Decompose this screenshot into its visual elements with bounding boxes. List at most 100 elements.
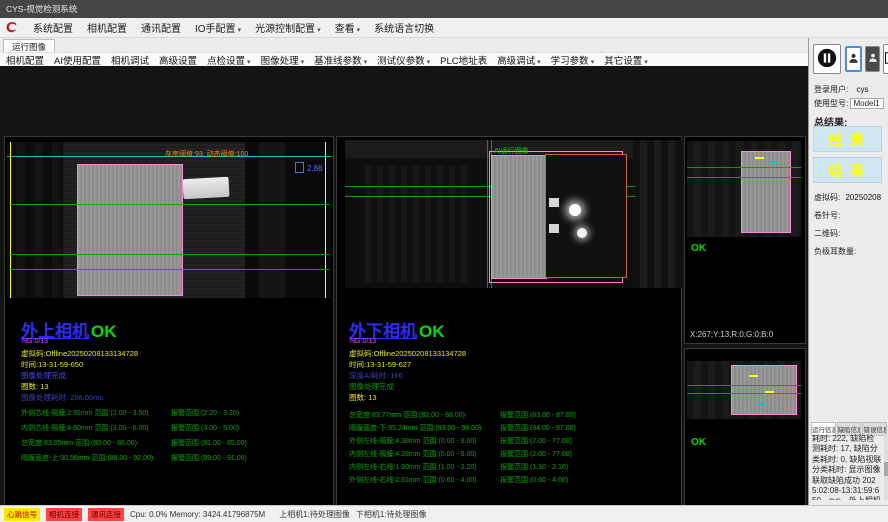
ng-count-label: NG:0/13 — [22, 338, 48, 345]
tab-highlight — [549, 198, 559, 207]
preview-status-label: OK — [691, 437, 706, 448]
virtual-code-label: 虚拟码:Offline20250208133134728 — [21, 348, 138, 359]
tool-spot-check-settings[interactable]: 点检设置 — [207, 53, 251, 67]
menu-item-io-config[interactable]: IO手配置 — [195, 20, 241, 35]
menu-item-view[interactable]: 查看 — [335, 20, 361, 35]
alarm-range: 报警范围:(94.00 - 97.00) — [500, 423, 576, 433]
measurement-value: 外侧芯线-隔膜:2.91mm 范围:(2.00 - 3.50) — [21, 408, 149, 418]
measurement-value: 总宽度:83.05mm 范围:(80.00 - 86.00) — [21, 438, 137, 448]
tool-camera-config[interactable]: 相机配置 — [6, 53, 44, 67]
camera-info-block: 外下相机OK NG:0/13 虚拟码:Offline20250208133134… — [337, 317, 683, 402]
measurement-value: 内侧左线-右线:1.90mm 范围:(1.00 - 2.20) — [349, 462, 477, 472]
overlay-line-green — [687, 393, 801, 394]
virtual-code-value: 20250208 — [845, 193, 881, 202]
tool-camera-debug[interactable]: 相机调试 — [111, 53, 149, 67]
login-user-row: 登录用户: cys — [814, 84, 868, 95]
tool-advanced-settings[interactable]: 高级设置 — [159, 53, 197, 67]
comm-connection-badge: 通讯连接 — [88, 508, 124, 521]
alarm-range: 报警范围:(89.00 - 91.00) — [171, 453, 247, 463]
menu-item-light-control[interactable]: 光源控制配置 — [255, 20, 321, 35]
toolbar: 相机配置 AI使用配置 相机调试 高级设置 点检设置 图像处理 基准线参数 测试… — [0, 52, 808, 66]
machinery-texture — [633, 140, 682, 288]
virtual-code-row: 虚拟码: 20250208 — [814, 192, 881, 203]
tool-other-settings[interactable]: 其它设置 — [604, 53, 648, 67]
tool-learning-params[interactable]: 学习参数 — [551, 53, 595, 67]
camera-image-preview-top[interactable] — [687, 141, 801, 237]
overlay-line-green-vertical — [487, 140, 488, 288]
user-login-button[interactable] — [845, 46, 862, 72]
process-time-label: 图像处理耗时: 258.00ms — [21, 392, 103, 403]
tool-plc-address-table[interactable]: PLC地址表 — [440, 53, 487, 67]
tab-highlight — [549, 224, 559, 233]
tool-baseline-params[interactable]: 基准线参数 — [314, 53, 367, 67]
tab-run-image[interactable]: 运行图像 — [3, 39, 55, 52]
menu-item-system-config[interactable]: 系统配置 — [33, 20, 73, 35]
machinery-texture — [365, 166, 469, 282]
sidebar-button-row — [812, 44, 888, 76]
camera-panel-outer-upper[interactable]: 灰度阈值:93, 动态阈值:100 2.88 外上相机OK NG:0/13 虚拟… — [4, 136, 334, 522]
tool-tester-params[interactable]: 测试仪参数 — [377, 53, 430, 67]
overlay-mark-yellow — [755, 157, 764, 159]
overlay-line-yellow-left — [10, 142, 11, 298]
log-scrollbar[interactable] — [884, 434, 888, 500]
process-status-label: 图像处理完成 — [21, 370, 66, 381]
user-icon — [868, 51, 878, 64]
machinery-texture — [7, 142, 63, 298]
threshold-label: 灰度阈值:93, 动态阈值:100 — [165, 149, 248, 159]
pause-icon — [816, 47, 838, 69]
overlay-mark-yellow — [765, 391, 774, 393]
camera-panel-outer-lower[interactable]: AI运行图像 外下相机OK NG:0/13 虚拟码:Offline2025020… — [336, 136, 682, 522]
overlay-line-green — [687, 167, 801, 168]
qrcode-label: 二维码: — [814, 228, 840, 239]
alarm-range: 报警范围:(0.60 - 4.00) — [500, 475, 568, 485]
overlay-mark-cyan — [757, 403, 765, 405]
model-select[interactable]: Model1 — [850, 98, 884, 109]
measurement-value: 外侧左线-右线:2.61mm 范围:(0.60 - 4.00) — [349, 475, 477, 485]
tool-ai-usage-config[interactable]: AI使用配置 — [54, 53, 101, 67]
camera-panel-preview-bottom[interactable]: OK X:311;Y:980;R:0;G:0;B:0 — [684, 348, 806, 522]
overlay-line-yellow-right — [325, 142, 326, 298]
measurement-value: 外侧左线-隔膜:4.38mm 范围:(0.00 - 9.00) — [349, 436, 477, 446]
reflection-glow — [569, 204, 581, 216]
camera-image-outer-lower[interactable]: AI运行图像 — [345, 140, 682, 288]
tool-image-processing[interactable]: 图像处理 — [261, 53, 305, 67]
overlay-line-green — [687, 177, 801, 178]
camera-connection-badge: 相机连接 — [46, 508, 82, 521]
measurement-block: 总宽度:83.77mm 范围:(82.00 - 88.00)报警范围:(83.0… — [337, 407, 683, 497]
virtual-code-label: 虚拟码:Offline20250208133134728 — [349, 348, 466, 359]
cpu-memory-readout: Cpu: 0.0% Memory: 3424.41796875M — [130, 510, 265, 519]
camera-image-outer-upper[interactable]: 灰度阈值:93, 动态阈值:100 2.88 — [7, 142, 331, 298]
pause-button[interactable] — [813, 44, 841, 74]
overlay-line-green — [9, 254, 329, 255]
tool-advanced-debug[interactable]: 高级调试 — [497, 53, 541, 67]
needle-number-label: 卷针号: — [814, 210, 840, 221]
exit-door-icon — [884, 51, 888, 65]
menu-item-comm-config[interactable]: 通讯配置 — [141, 20, 181, 35]
control-sidebar: 登录用户: cys 使用型号: Model1 总结果: 结 果 结 果 虚拟码:… — [808, 38, 888, 505]
lower-camera-queue-status: 下相机1:待处理图像 — [356, 509, 427, 520]
loop-count-label: 圈数: 13 — [349, 392, 377, 403]
preview-status-label: OK — [691, 243, 706, 254]
user-switch-button[interactable] — [865, 46, 880, 72]
overlay-line-green — [9, 204, 329, 205]
ai-time-label: 深度AI耗时: 166 — [349, 370, 403, 381]
menu-item-language-switch[interactable]: 系统语言切换 — [374, 20, 434, 35]
alarm-range: 报警范围:(2.00 - 77.00) — [500, 449, 572, 459]
measurement-value: 总宽度:83.77mm 范围:(82.00 - 88.00) — [349, 410, 465, 420]
measurement-value: 隔膜宽度-上:90.56mm 范围:(88.00 - 92.00) — [21, 453, 153, 463]
exit-button[interactable] — [883, 44, 888, 74]
user-icon — [848, 51, 859, 65]
reflection-glow — [577, 228, 587, 238]
log-scrollbar-thumb[interactable] — [884, 462, 888, 476]
camera-image-preview-bottom[interactable] — [687, 361, 801, 419]
time-label: 时间:13-31-59-627 — [349, 359, 411, 370]
menu-item-camera-config[interactable]: 相机配置 — [87, 20, 127, 35]
connector-part — [183, 177, 230, 199]
model-label: 使用型号: — [814, 99, 848, 108]
camera-panel-preview-top[interactable]: OK X:267;Y:13;R:0;G:0;B:0 — [684, 136, 806, 344]
measurement-block: 外侧芯线-隔膜:2.91mm 范围:(2.00 - 3.50)报警范围:(2.2… — [5, 405, 335, 475]
alarm-range: 报警范围:(3.00 - 5.00) — [171, 423, 239, 433]
probe-marker — [295, 162, 304, 173]
time-label: 时间:13-31-59-650 — [21, 359, 83, 370]
negative-tab-count-label: 负极耳数量: — [814, 246, 856, 257]
